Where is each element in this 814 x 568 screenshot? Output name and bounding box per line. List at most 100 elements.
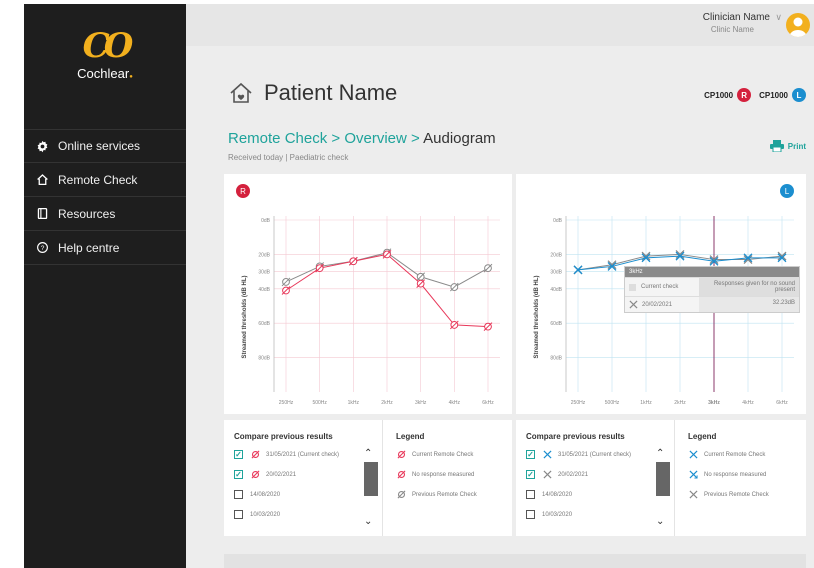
previous-marker-icon <box>688 490 698 499</box>
right-ear-audiogram: R Streamed thresholds (dB HL) 0dB 20dB 30d… <box>224 174 512 414</box>
patient-home-icon <box>230 82 252 103</box>
square-icon <box>629 283 636 291</box>
compare-row[interactable]: ✓ 20/02/2021 <box>526 470 588 479</box>
legend-item: Previous Remote Check <box>396 490 477 499</box>
avatar[interactable] <box>786 13 810 37</box>
right-audiogram-plot[interactable]: 0dB 20dB 30dB 40dB 60dB 80dB 250Hz 500Hz 1kHz 2kH… <box>224 174 512 414</box>
y-tick-label: 40dB <box>550 287 562 293</box>
compare-row[interactable]: ✓ 20/02/2021 <box>234 470 296 479</box>
sidebar-item-label: Remote Check <box>58 172 138 187</box>
sidebar-item-resources[interactable]: Resources <box>24 197 186 231</box>
no-response-previous-icon <box>396 490 406 499</box>
y-tick-label: 0dB <box>261 218 271 224</box>
x-tick-label: 250Hz <box>571 400 586 406</box>
scroll-up-icon[interactable]: ⌃ <box>656 448 664 459</box>
right-ear-badge: R <box>737 88 752 102</box>
print-button[interactable]: Print <box>769 140 806 152</box>
device-list: CP1000 R CP1000 L <box>704 88 806 102</box>
sidebar-item-online-services[interactable]: Online services <box>24 129 186 163</box>
sidebar: CO Cochlear● Online services Remote Chec… <box>24 4 186 568</box>
compare-row-label: 31/05/2021 (Current check) <box>558 451 632 458</box>
compare-title: Compare previous results <box>526 432 625 441</box>
brand-logo[interactable]: CO Cochlear● <box>24 28 186 81</box>
left-ear-audiogram: L Streamed thresholds (dB HL) 0dB 20dB 30d… <box>516 174 806 414</box>
x-tick-label: 2kHz <box>381 400 393 406</box>
logo-text: Cochlear● <box>77 66 133 81</box>
y-tick-label: 20dB <box>258 252 270 258</box>
sidebar-item-label: Resources <box>58 206 116 221</box>
tooltip-col2: Responses given for no sound present <box>699 278 799 296</box>
compare-row[interactable]: 10/03/2020 <box>526 510 572 519</box>
breadcrumb-separator: > <box>327 130 345 147</box>
chevron-down-icon: ∨ <box>775 12 782 22</box>
x-tick-label: 3kHz <box>708 400 720 406</box>
sidebar-item-help-centre[interactable]: ? Help centre <box>24 231 186 265</box>
compare-row[interactable]: 14/08/2020 <box>234 490 280 499</box>
sidebar-item-remote-check[interactable]: Remote Check <box>24 163 186 197</box>
y-tick-label: 80dB <box>258 356 270 362</box>
scroll-down-icon[interactable]: ⌄ <box>656 516 664 527</box>
print-label: Print <box>787 141 806 151</box>
sidebar-item-label: Online services <box>58 139 141 153</box>
current-left-icon <box>688 450 698 459</box>
breadcrumb-overview[interactable]: Overview <box>344 130 407 147</box>
scroll-up-icon[interactable]: ⌃ <box>364 448 372 459</box>
compare-row[interactable]: 10/03/2020 <box>234 510 280 519</box>
checkbox[interactable] <box>526 510 535 519</box>
checkbox[interactable]: ✓ <box>526 450 535 459</box>
received-status: Received today | Paediatric check <box>228 153 349 162</box>
legend-item: No response measured <box>688 470 766 479</box>
compare-row-label: 10/03/2020 <box>250 511 281 518</box>
x-tick-label: 3kHz <box>415 400 427 406</box>
printer-icon <box>769 140 784 152</box>
x-tick-label: 1kHz <box>640 400 652 406</box>
scrollbar-thumb[interactable] <box>364 462 378 496</box>
checkbox[interactable]: ✓ <box>234 470 243 479</box>
legend-label: Current Remote Check <box>704 451 766 458</box>
breadcrumb-remote-check[interactable]: Remote Check <box>228 130 327 147</box>
compare-row[interactable]: ✓ 31/05/2021 (Current check) <box>234 450 339 459</box>
tooltip-row-value: 32.23dB <box>699 297 799 312</box>
page-title: Patient Name <box>228 80 397 106</box>
top-bar: Clinician Name Clinic Name ∨ <box>186 4 814 46</box>
tooltip-col1: Current check <box>641 284 679 290</box>
x-tick-label: 4kHz <box>742 400 754 406</box>
compare-row-label: 20/02/2021 <box>266 471 297 478</box>
legend-title: Legend <box>396 432 425 441</box>
legend-title: Legend <box>688 432 717 441</box>
compare-row-label: 14/08/2020 <box>250 491 281 498</box>
sidebar-item-label: Help centre <box>58 240 120 255</box>
checkbox[interactable]: ✓ <box>234 450 243 459</box>
sidebar-nav: Online services Remote Check Resources ?… <box>24 129 186 265</box>
compare-row[interactable]: 14/08/2020 <box>526 490 572 499</box>
scrollbar-thumb[interactable] <box>656 462 670 496</box>
y-tick-label: 60dB <box>550 321 562 327</box>
checkbox[interactable] <box>526 490 535 499</box>
logo-mark: CO <box>82 26 134 66</box>
y-tick-label: 0dB <box>553 218 563 224</box>
left-ear-badge: L <box>792 88 806 102</box>
compare-row-label: 31/05/2021 (Current check) <box>266 451 340 458</box>
compare-row-label: 14/08/2020 <box>542 491 573 498</box>
patient-name: Patient Name <box>264 80 398 105</box>
checkbox[interactable] <box>234 510 243 519</box>
scroll-down-icon[interactable]: ⌄ <box>364 516 372 527</box>
no-response-right-icon <box>250 470 260 479</box>
breadcrumb-separator: > <box>406 130 424 147</box>
legend-item: Previous Remote Check <box>688 490 769 499</box>
no-response-left-icon <box>688 470 698 479</box>
previous-marker-icon <box>629 300 638 309</box>
y-tick-label: 80dB <box>550 356 562 362</box>
user-menu[interactable]: Clinician Name Clinic Name ∨ <box>703 12 782 34</box>
no-response-left-icon <box>542 450 552 459</box>
compare-row-label: 10/03/2020 <box>542 511 573 518</box>
tooltip-frequency: 3kHz <box>625 267 799 277</box>
y-tick-label: 20dB <box>550 252 562 258</box>
x-tick-label: 6kHz <box>776 400 788 406</box>
device-model-right: CP1000 <box>704 90 734 100</box>
compare-row[interactable]: ✓ 31/05/2021 (Current check) <box>526 450 631 459</box>
checkbox[interactable]: ✓ <box>526 470 535 479</box>
home-icon <box>34 172 50 188</box>
no-response-right-icon <box>396 470 406 479</box>
checkbox[interactable] <box>234 490 243 499</box>
